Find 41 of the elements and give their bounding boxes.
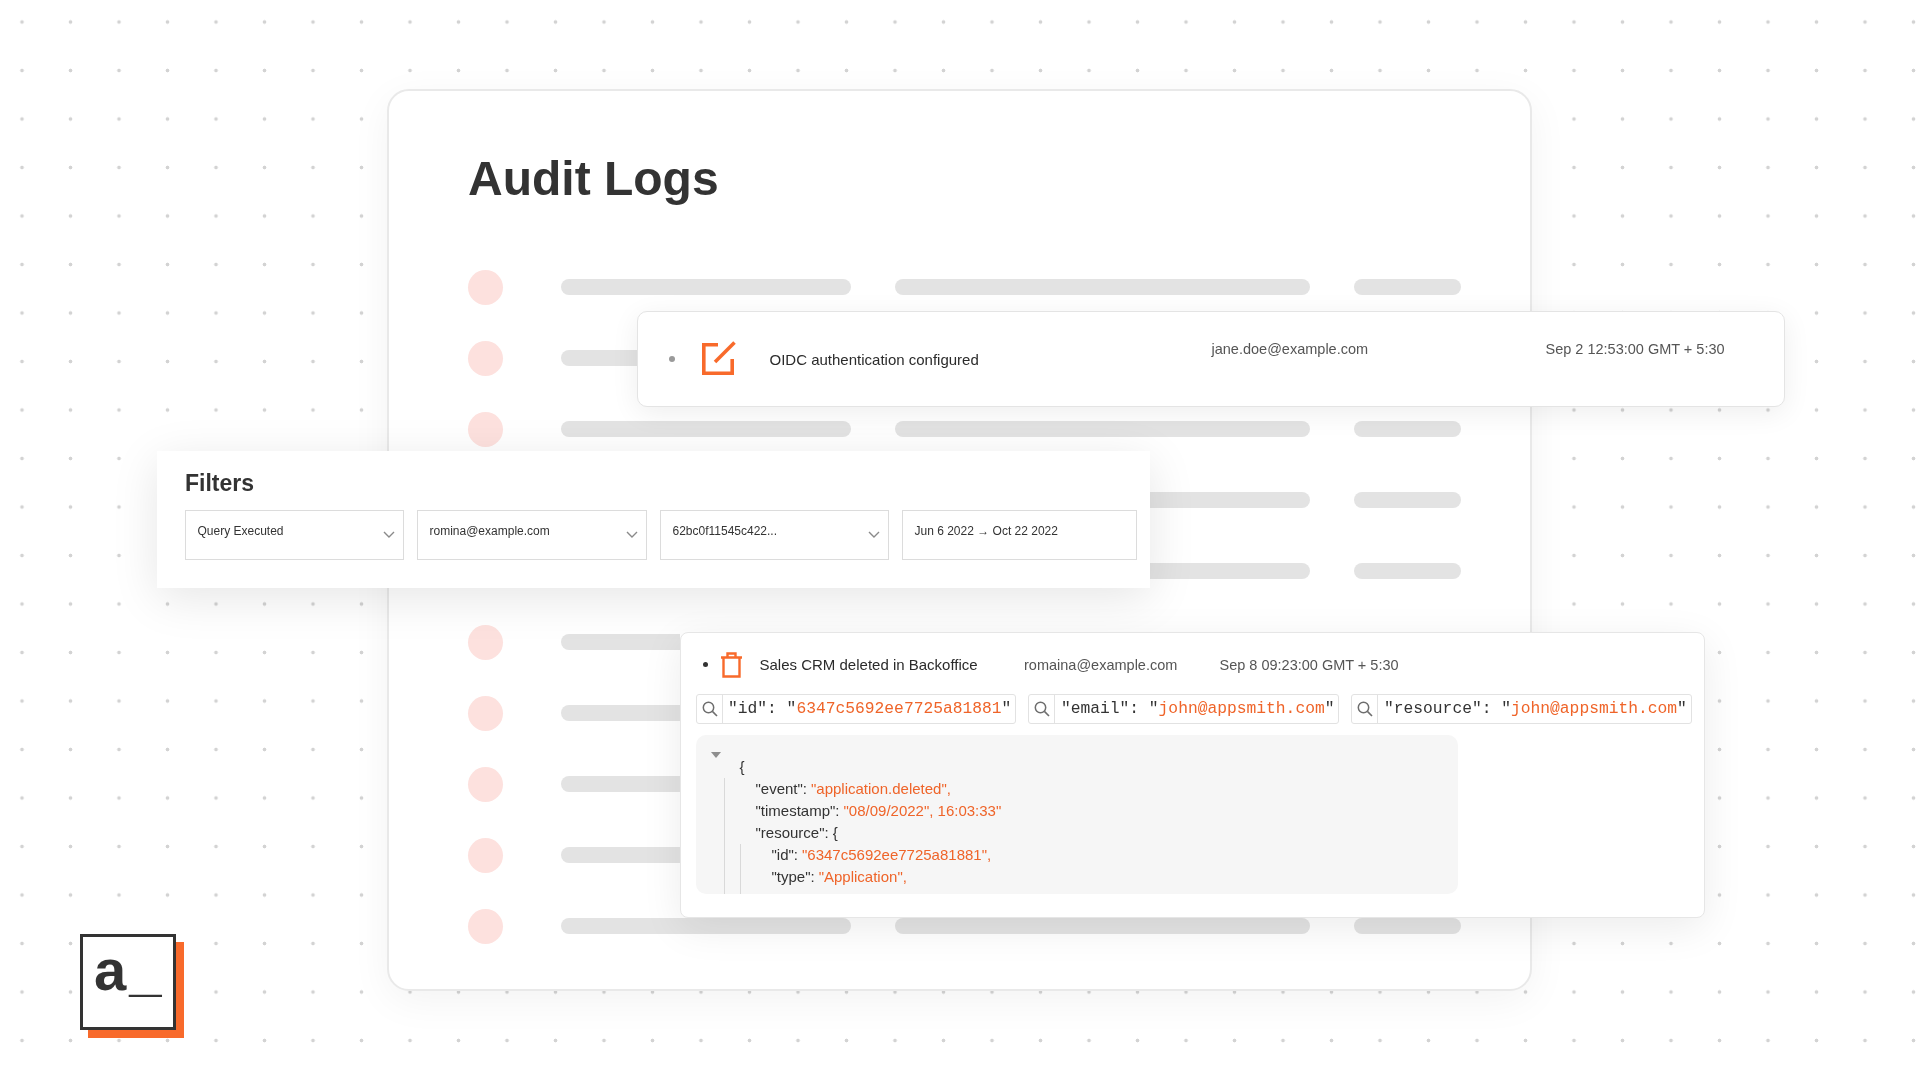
user-email: romaina@example.com [1024, 656, 1178, 673]
caret-icon[interactable] [710, 752, 721, 758]
json-line: { [739, 757, 745, 777]
event-description: Sales CRM deleted in Backoffice [759, 656, 978, 673]
logo: a_ [80, 934, 184, 1038]
chevron-down-icon [868, 530, 880, 538]
page-title: Audit Logs [468, 150, 719, 207]
trash-icon [719, 651, 743, 678]
filters-heading: Filters [185, 469, 255, 497]
json-line: "resource": { [755, 823, 838, 843]
search-filter-chip[interactable]: "id": "6347c5692ee7725a81881" [695, 693, 1017, 724]
bullet-dot-icon [668, 356, 675, 362]
json-line: "id": "6347c5692ee7725a81881", [771, 845, 992, 865]
search-icon [701, 700, 718, 717]
chevron-down-icon [383, 530, 395, 538]
date-range-field[interactable]: Jun 6 2022 → Oct 22 2022 [902, 510, 1137, 560]
event-time: Sep 8 09:23:00 GMT + 5:30 [1219, 656, 1399, 673]
json-line: "timestamp": "08/09/2022", 16:03:33" [755, 801, 1002, 821]
dropdown[interactable]: Query Executed [185, 510, 404, 560]
json-line: "type": "Application", [771, 867, 907, 887]
skeleton-dot-icon [468, 837, 503, 873]
skeleton-dot-icon [468, 269, 503, 305]
skeleton-dot-icon [468, 411, 503, 447]
json-line: "event": "application.deleted", [755, 779, 951, 799]
skeleton-dot-icon [468, 695, 503, 731]
search-icon [1034, 700, 1051, 717]
search-filter-chip[interactable]: "resource": "john@appsmith.com" [1351, 693, 1692, 724]
edit-icon [699, 341, 736, 377]
event-description: OIDC authentication configured [769, 350, 979, 368]
user-email: jane.doe@example.com [1211, 341, 1369, 357]
chevron-down-icon [626, 530, 638, 538]
skeleton-dot-icon [468, 624, 503, 660]
skeleton-dot-icon [468, 340, 503, 376]
dropdown[interactable]: 62bc0f11545c422... [660, 510, 889, 560]
skeleton-dot-icon [468, 908, 503, 944]
bullet-dot-icon [703, 662, 708, 667]
search-icon [1357, 700, 1374, 717]
search-filter-chip[interactable]: "email": "john@appsmith.com" [1028, 693, 1340, 724]
skeleton-dot-icon [468, 766, 503, 802]
dropdown[interactable]: romina@example.com [417, 510, 647, 560]
event-time: Sep 2 12:53:00 GMT + 5:30 [1545, 341, 1725, 357]
